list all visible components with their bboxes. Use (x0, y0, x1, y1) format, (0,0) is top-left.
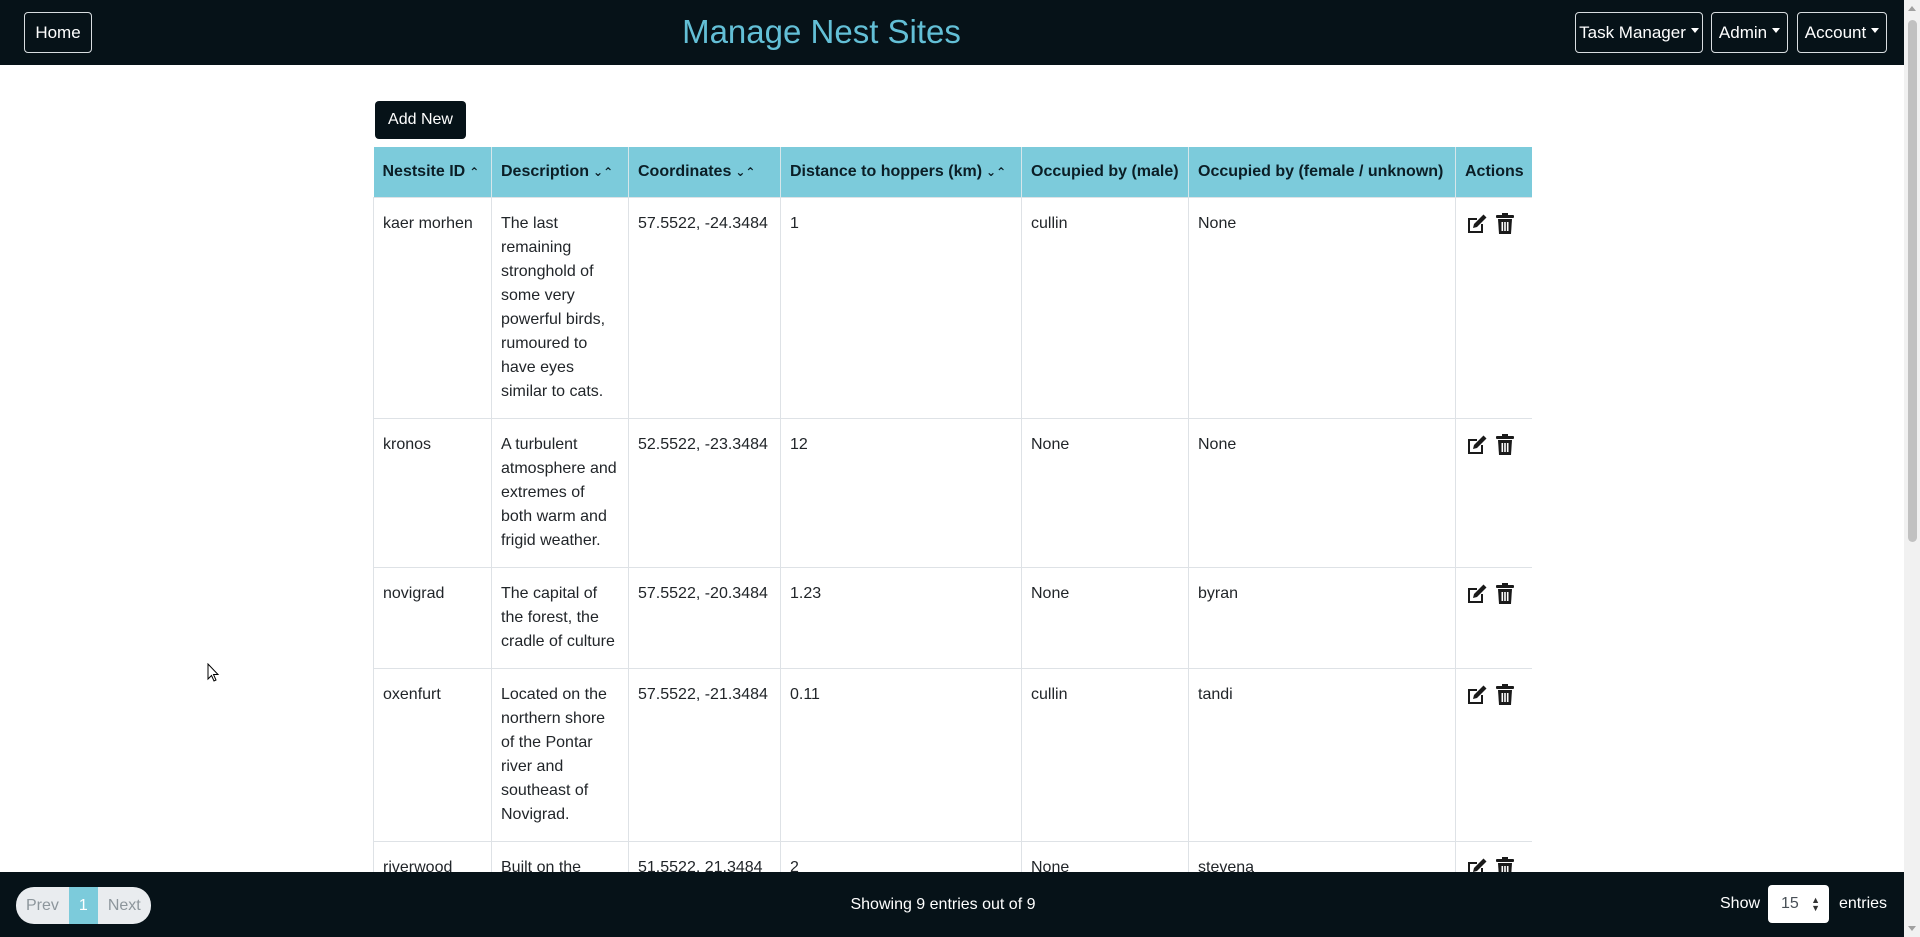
trash-icon[interactable] (1493, 683, 1517, 707)
cell-coordinates: 57.5522, -21.3484 (628, 667, 781, 842)
cell-occupied-male: None (1021, 840, 1189, 872)
table-row: kaer morhen The last remaining stronghold… (373, 196, 1532, 419)
cell-distance: 1 (780, 196, 1022, 419)
header-coordinates[interactable]: Coordinates ⌄⌃ (628, 147, 781, 197)
cell-occupied-male: cullin (1021, 196, 1189, 419)
cell-occupied-male: cullin (1021, 667, 1189, 842)
mouse-cursor-icon (207, 663, 220, 682)
sort-both-icon[interactable]: ⌄⌃ (593, 165, 613, 179)
page-title: Manage Nest Sites (682, 13, 961, 50)
table-header-row: Nestsite ID ⌃ Description ⌄⌃ Coordinates ⌄⌃… (373, 147, 1532, 197)
account-label: Account (1804, 22, 1867, 42)
header-actions: Actions (1455, 147, 1532, 197)
header-distance[interactable]: Distance to hoppers (km) ⌄⌃ (780, 147, 1022, 197)
cell-occupied-male: None (1021, 417, 1189, 568)
cell-occupied-male: None (1021, 566, 1189, 669)
cell-nestsite-id: riverwood (373, 840, 492, 872)
table-row: kronos A turbulent atmosphere and extreme… (373, 417, 1532, 568)
scroll-down-icon[interactable] (1908, 926, 1916, 931)
cell-coordinates: 51.5522, 21.3484 (628, 840, 781, 872)
cell-distance: 2 (780, 840, 1022, 872)
chevron-down-icon (1690, 28, 1699, 33)
chevron-down-icon (1871, 28, 1880, 33)
entries-summary: Showing 9 entries out of 9 (850, 896, 1036, 913)
cell-distance: 1.23 (780, 566, 1022, 669)
select-arrows-icon: ▲ ▼ (1811, 895, 1820, 913)
cell-coordinates: 57.5522, -20.3484 (628, 566, 781, 669)
cell-occupied-female: tandi (1188, 667, 1456, 842)
cell-occupied-female: None (1188, 196, 1456, 419)
add-new-button[interactable]: Add New (375, 101, 466, 139)
row-actions (1465, 582, 1523, 606)
cell-description: The last remaining stronghold of some ve… (491, 196, 629, 419)
chevron-down-icon (1772, 28, 1781, 33)
footer-bar: Prev 1 Next Showing 9 entries out of 9 S… (0, 872, 1904, 937)
edit-icon[interactable] (1465, 582, 1489, 606)
nestsites-table: Nestsite ID ⌃ Description ⌄⌃ Coordinates ⌄⌃… (373, 147, 1532, 872)
cell-nestsite-id: kronos (373, 417, 492, 568)
cell-nestsite-id: novigrad (373, 566, 492, 669)
task-manager-label: Task Manager (1579, 22, 1686, 42)
cell-actions (1455, 667, 1532, 842)
admin-menu[interactable]: Admin (1711, 12, 1788, 53)
cell-description: The capital of the forest, the cradle of… (491, 566, 629, 669)
table-row: oxenfurt Located on the northern shore of… (373, 667, 1532, 842)
cell-actions (1455, 566, 1532, 669)
nestsites-table-container: Nestsite ID ⌃ Description ⌄⌃ Coordinates ⌄⌃… (373, 147, 1532, 872)
cell-coordinates: 52.5522, -23.3484 (628, 417, 781, 568)
show-label: Show (1720, 895, 1761, 912)
cell-distance: 0.11 (780, 667, 1022, 842)
cell-occupied-female: stevena (1188, 840, 1456, 872)
sort-both-icon[interactable]: ⌄⌃ (986, 165, 1006, 179)
header-nestsite-id[interactable]: Nestsite ID ⌃ (373, 147, 492, 197)
row-actions (1465, 212, 1523, 236)
cell-actions (1455, 417, 1532, 568)
task-manager-menu[interactable]: Task Manager (1575, 12, 1703, 53)
cell-occupied-female: None (1188, 417, 1456, 568)
header-occupied-female: Occupied by (female / unknown) (1188, 147, 1456, 197)
page-scrollbar[interactable] (1904, 0, 1920, 937)
sort-asc-icon[interactable]: ⌃ (469, 165, 479, 179)
entries-label: entries (1839, 895, 1888, 912)
row-actions (1465, 856, 1523, 872)
trash-icon[interactable] (1493, 212, 1517, 236)
cell-coordinates: 57.5522, -24.3484 (628, 196, 781, 419)
cell-description: Located on the northern shore of the Pon… (491, 667, 629, 842)
edit-icon[interactable] (1465, 856, 1489, 872)
admin-label: Admin (1718, 22, 1768, 42)
header-description[interactable]: Description ⌄⌃ (491, 147, 629, 197)
sort-both-icon[interactable]: ⌄⌃ (735, 165, 755, 179)
cell-distance: 12 (780, 417, 1022, 568)
page-size-select[interactable]: 15 ▲ ▼ (1768, 885, 1829, 923)
cell-description: A turbulent atmosphere and extremes of b… (491, 417, 629, 568)
cell-actions (1455, 840, 1532, 872)
top-navbar: Home Manage Nest Sites Task Manager Admi… (0, 0, 1904, 65)
scroll-thumb[interactable] (1908, 20, 1917, 542)
table-row: novigrad The capital of the forest, the c… (373, 566, 1532, 669)
cell-description: Built on the (491, 840, 629, 872)
trash-icon[interactable] (1493, 856, 1517, 872)
edit-icon[interactable] (1465, 212, 1489, 236)
trash-icon[interactable] (1493, 582, 1517, 606)
edit-icon[interactable] (1465, 683, 1489, 707)
cell-actions (1455, 196, 1532, 419)
edit-icon[interactable] (1465, 433, 1489, 457)
scroll-up-icon[interactable] (1908, 6, 1916, 11)
cell-occupied-female: byran (1188, 566, 1456, 669)
table-row: riverwood Built on the 51.5522, 21.3484 2 No… (373, 840, 1532, 872)
row-actions (1465, 683, 1523, 707)
header-occupied-male: Occupied by (male) (1021, 147, 1189, 197)
account-menu[interactable]: Account (1797, 12, 1887, 53)
row-actions (1465, 433, 1523, 457)
trash-icon[interactable] (1493, 433, 1517, 457)
page-size-value: 15 (1781, 895, 1799, 912)
cell-nestsite-id: oxenfurt (373, 667, 492, 842)
cell-nestsite-id: kaer morhen (373, 196, 492, 419)
